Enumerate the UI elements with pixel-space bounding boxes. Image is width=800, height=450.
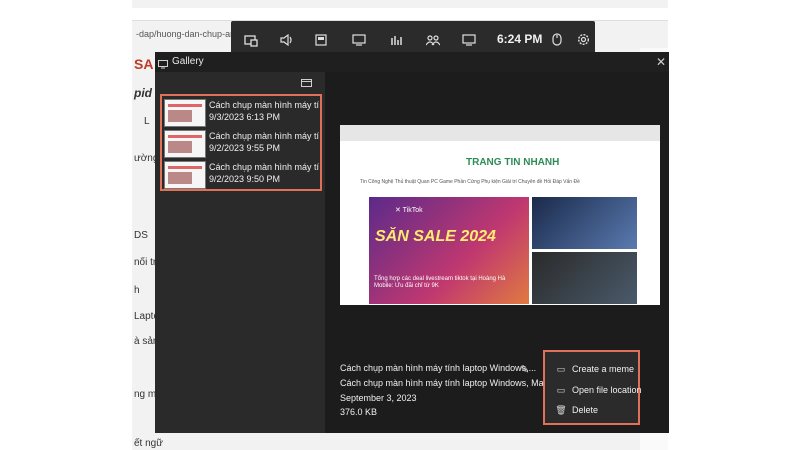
folder-icon: ▭: [556, 384, 566, 395]
preview-hero-text: Tổng hợp các deal livestream tiktok tại …: [374, 276, 506, 289]
gallery-title-icon: [158, 56, 168, 69]
gallery-title-bar[interactable]: [155, 52, 669, 72]
capture-file-size: 376.0 KB: [340, 407, 378, 417]
menu-item-label: Open file location: [572, 385, 642, 395]
preview-hero-title: SĂN SALE 2024: [375, 228, 496, 245]
capture-title-short: Cách chụp màn hình máy tính laptop Windo…: [340, 363, 537, 373]
background-fragment: L: [144, 116, 150, 127]
close-icon[interactable]: ✕: [656, 55, 666, 69]
preview-site-logo: TRANG TIN NHANH: [466, 157, 560, 168]
background-fragment: SA: [134, 56, 154, 72]
create-meme-menu-item[interactable]: ▭ Create a meme: [555, 361, 634, 377]
background-fragment: pid: [134, 86, 152, 100]
preview-card-image: [532, 252, 637, 304]
open-folder-icon[interactable]: [301, 78, 312, 90]
captures-highlight-box: [160, 94, 322, 191]
edit-icon[interactable]: ✎: [520, 363, 529, 376]
background-address-bar: [132, 8, 668, 21]
gallery-title: Gallery: [172, 56, 204, 67]
delete-menu-item[interactable]: 🗑 Delete: [555, 402, 598, 418]
capture-title-full: Cách chụp màn hình máy tính laptop Windo…: [340, 378, 567, 388]
capture-date-long: September 3, 2023: [340, 393, 417, 403]
meme-icon: ▭: [556, 363, 566, 374]
background-fragment: h: [134, 285, 140, 296]
preview-tiktok-label: ✕ TikTok: [395, 207, 423, 214]
background-url: -dap/huong-dan-chup-anh: [136, 29, 241, 39]
trash-icon: 🗑: [555, 404, 567, 415]
menu-item-label: Create a meme: [572, 364, 635, 374]
preview-site-nav: Tin Công Nghệ Thủ thuật Quan PC Game Phầ…: [360, 179, 580, 185]
clock-time: 6:24 PM: [497, 32, 543, 46]
preview-card-image: [532, 197, 637, 249]
background-fragment: DS: [134, 230, 148, 241]
open-file-location-menu-item[interactable]: ▭ Open file location: [555, 382, 642, 398]
preview-browser-chrome: [340, 125, 660, 141]
background-fragment: ết ngữ: [134, 438, 163, 449]
menu-item-label: Delete: [572, 405, 599, 415]
